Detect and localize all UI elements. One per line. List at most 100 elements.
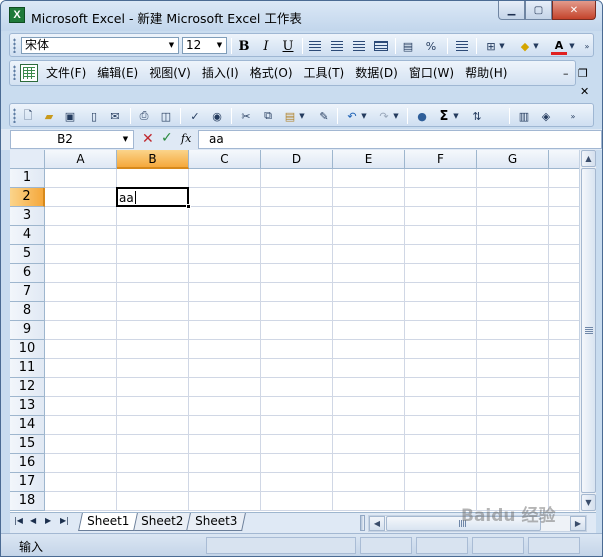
grid-cell[interactable] (549, 188, 579, 207)
grid-cell[interactable] (405, 340, 477, 359)
grid-cell[interactable] (405, 321, 477, 340)
grid-cell[interactable] (405, 245, 477, 264)
grid-cell[interactable] (117, 264, 189, 283)
row-header-2[interactable]: 2 (10, 188, 45, 207)
grid-cell[interactable] (549, 207, 579, 226)
percent-icon[interactable]: % (423, 38, 439, 54)
research-icon[interactable]: ◉ (209, 108, 225, 124)
email-icon[interactable]: ✉ (107, 108, 123, 124)
format-painter-icon[interactable]: ✎ (316, 108, 332, 124)
grid-cell[interactable] (477, 226, 549, 245)
grid-cell[interactable] (549, 321, 579, 340)
grid-cell[interactable] (477, 188, 549, 207)
menu-help[interactable]: 帮助(H) (463, 65, 515, 81)
row-header-4[interactable]: 4 (10, 226, 45, 245)
grid-cell[interactable] (45, 283, 117, 302)
permission-icon[interactable]: ▯ (86, 108, 102, 124)
chevron-down-icon[interactable]: ▼ (166, 39, 177, 52)
grid-cell[interactable] (45, 492, 117, 511)
horizontal-scroll-thumb[interactable] (386, 516, 541, 531)
grid-cell[interactable] (189, 226, 261, 245)
column-header-a[interactable]: A (45, 150, 117, 169)
chart-wizard-icon[interactable]: ▥ (516, 108, 532, 124)
row-header-5[interactable]: 5 (10, 245, 45, 264)
sheet-tab-sheet1[interactable]: Sheet1 (78, 513, 139, 531)
borders-icon[interactable]: ⊞ (483, 38, 499, 54)
grid-cell[interactable] (549, 283, 579, 302)
chevron-down-icon[interactable]: ▼ (568, 38, 576, 54)
select-all-button[interactable] (10, 150, 45, 169)
grid-cell[interactable] (333, 169, 405, 188)
grid-cell[interactable] (477, 321, 549, 340)
chevron-down-icon[interactable]: ▼ (214, 39, 225, 52)
align-center-icon[interactable] (329, 38, 345, 54)
grid-cell[interactable] (45, 473, 117, 492)
row-header-14[interactable]: 14 (10, 416, 45, 435)
underline-button[interactable]: U (280, 38, 296, 54)
grid-cell[interactable] (549, 473, 579, 492)
grid-cell[interactable] (477, 473, 549, 492)
grid-cell[interactable] (117, 169, 189, 188)
print-icon[interactable]: ⎙ (136, 108, 152, 124)
grid-cell[interactable] (45, 302, 117, 321)
grid-cell[interactable] (189, 245, 261, 264)
grid-cell[interactable] (45, 226, 117, 245)
column-header-c[interactable]: C (189, 150, 261, 169)
grid-cell[interactable] (333, 435, 405, 454)
grid-cell[interactable] (549, 416, 579, 435)
grid-cell[interactable] (261, 245, 333, 264)
grid-cell[interactable] (477, 435, 549, 454)
new-icon[interactable]: 🗋 (20, 108, 36, 124)
grid-cell[interactable] (189, 435, 261, 454)
chevron-down-icon[interactable]: ▼ (360, 108, 368, 124)
grid-cell[interactable] (45, 188, 117, 207)
sheet-tab-sheet3[interactable]: Sheet3 (186, 513, 247, 531)
undo-icon[interactable]: ↶ (344, 108, 360, 124)
font-name-select[interactable]: 宋体 ▼ (21, 37, 179, 54)
spelling-icon[interactable]: ✓ (187, 108, 203, 124)
autosum-icon[interactable]: Σ (436, 108, 452, 124)
row-header-7[interactable]: 7 (10, 283, 45, 302)
grid-cell[interactable] (477, 340, 549, 359)
row-header-1[interactable]: 1 (10, 169, 45, 188)
grid-cell[interactable] (405, 435, 477, 454)
grid-cell[interactable] (549, 435, 579, 454)
next-sheet-icon[interactable]: ▶ (45, 516, 51, 525)
drawing-icon[interactable]: ◈ (538, 108, 554, 124)
chevron-down-icon[interactable]: ▼ (298, 108, 306, 124)
italic-button[interactable]: I (258, 38, 274, 54)
grid-cell[interactable] (189, 473, 261, 492)
grid-cell[interactable] (45, 378, 117, 397)
grid-cell[interactable] (189, 264, 261, 283)
grid-cell[interactable] (333, 473, 405, 492)
grid-cell[interactable] (261, 207, 333, 226)
grid-cell[interactable] (189, 169, 261, 188)
grid-cell[interactable] (189, 397, 261, 416)
scroll-up-icon[interactable]: ▲ (581, 150, 596, 167)
row-header-17[interactable]: 17 (10, 473, 45, 492)
grid-cell[interactable] (405, 283, 477, 302)
grid-cell[interactable] (45, 397, 117, 416)
row-header-16[interactable]: 16 (10, 454, 45, 473)
grid-cell[interactable] (261, 492, 333, 511)
sort-icon[interactable]: ⇅ (469, 108, 485, 124)
formula-input[interactable]: aa (198, 130, 602, 149)
grid-cell[interactable] (261, 321, 333, 340)
column-header-e[interactable]: E (333, 150, 405, 169)
grid-cell[interactable] (117, 207, 189, 226)
grid-cell[interactable] (117, 416, 189, 435)
grid-cell[interactable] (333, 492, 405, 511)
fill-color-icon[interactable]: ◆ (517, 38, 533, 54)
grid-cell[interactable] (189, 207, 261, 226)
grid-cell[interactable] (333, 321, 405, 340)
excel-icon[interactable]: X (9, 7, 25, 23)
grid-cell[interactable] (333, 302, 405, 321)
row-header-10[interactable]: 10 (10, 340, 45, 359)
menu-edit[interactable]: 编辑(E) (95, 65, 146, 81)
grid-cell[interactable] (189, 283, 261, 302)
grid-cell[interactable] (117, 397, 189, 416)
grid-cell[interactable] (261, 264, 333, 283)
grid-cell[interactable] (261, 454, 333, 473)
grid-cell[interactable] (549, 340, 579, 359)
grid-cell[interactable] (117, 321, 189, 340)
